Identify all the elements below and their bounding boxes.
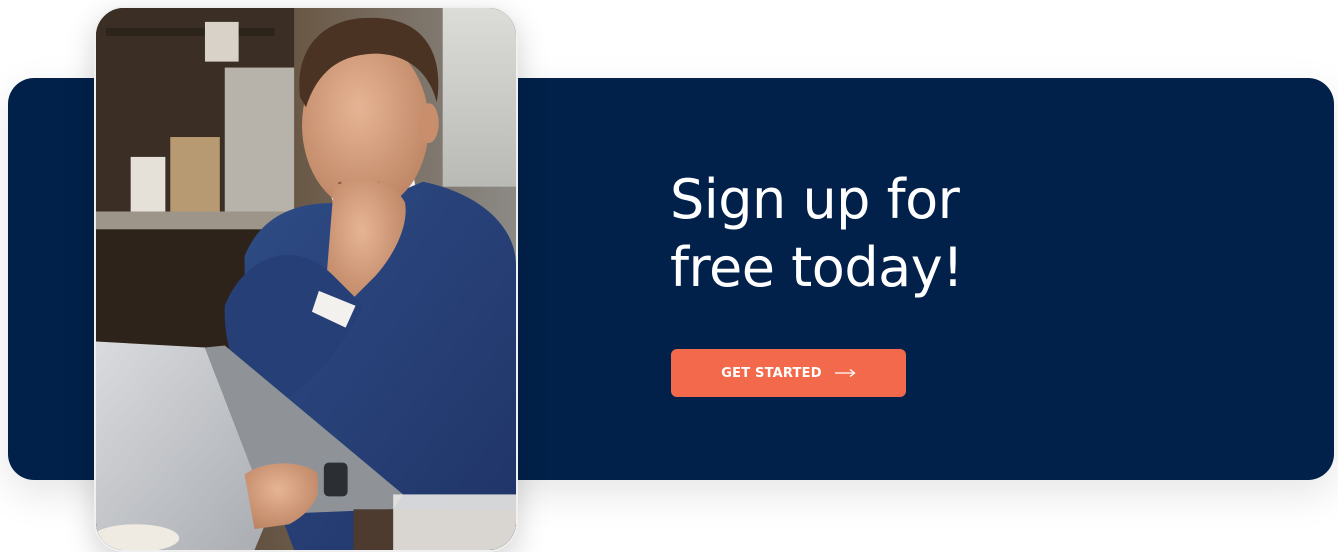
hero-photo-card xyxy=(94,6,518,552)
get-started-button[interactable]: GET STARTED xyxy=(671,349,906,397)
signup-banner-section: Sign up for free today! GET STARTED xyxy=(0,0,1338,552)
get-started-button-label: GET STARTED xyxy=(721,365,822,381)
cta-heading-line1: Sign up for xyxy=(670,168,960,231)
cta-heading-line2: free today! xyxy=(670,236,964,299)
cta-heading: Sign up for free today! xyxy=(670,166,1090,302)
man-at-laptop-photo xyxy=(96,8,516,550)
arrow-right-icon xyxy=(834,368,856,378)
